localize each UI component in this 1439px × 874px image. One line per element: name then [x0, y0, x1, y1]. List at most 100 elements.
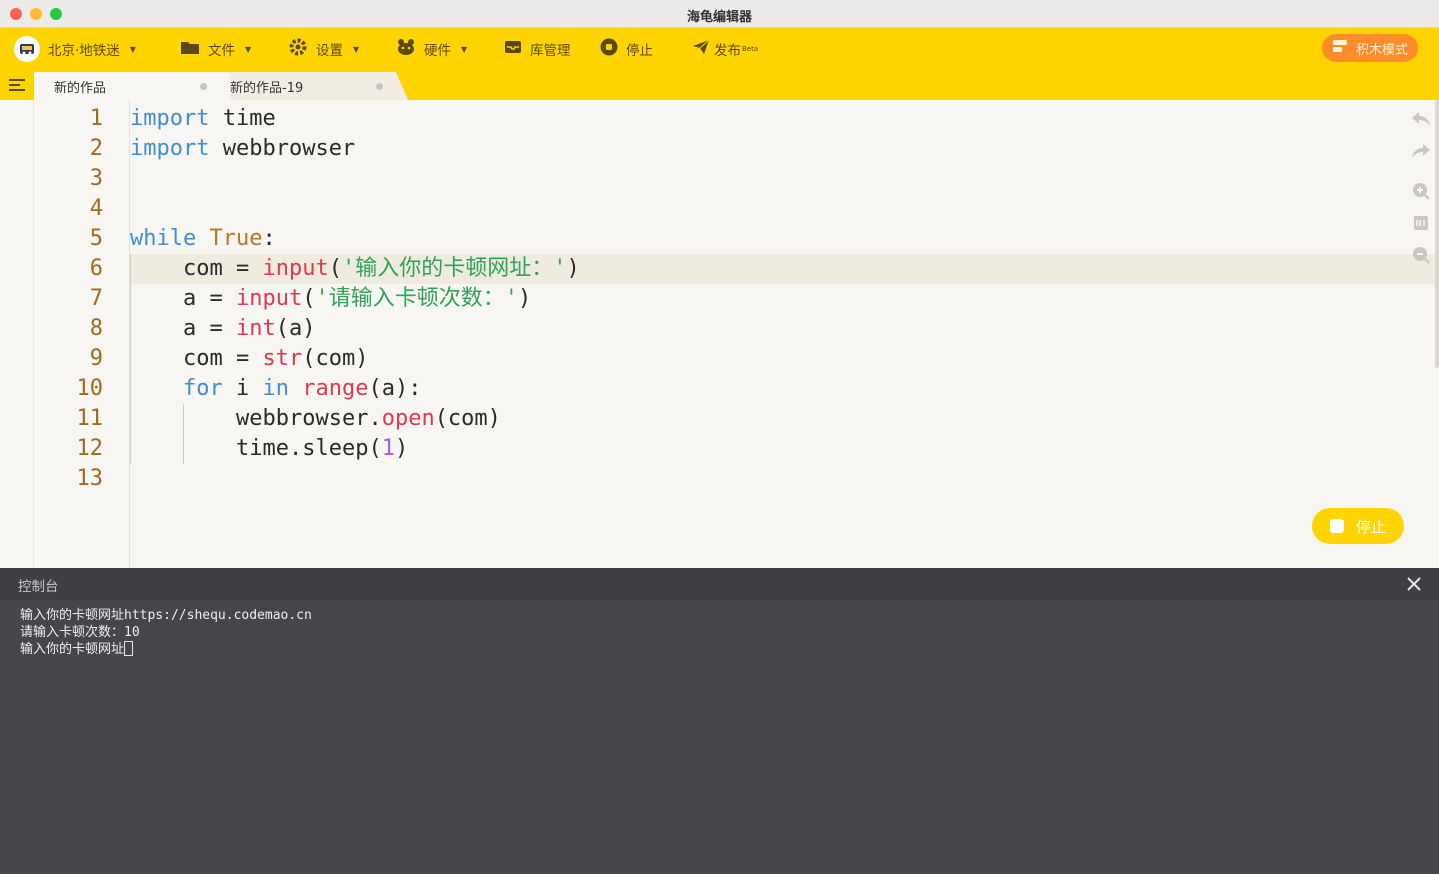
menu-list-icon[interactable]: [8, 76, 26, 94]
code-line-11[interactable]: webbrowser.open(com): [236, 404, 501, 434]
code-text: com =: [183, 346, 263, 371]
code-line-9[interactable]: com = str(com): [183, 344, 368, 374]
app-window: 海龟编辑器 北京·地铁迷 ▼ 文件 ▼ 设置 ▼ 硬件 ▼ 库管理 停止 发布 …: [0, 0, 1439, 874]
tab-new-work[interactable]: 新的作品: [34, 72, 230, 100]
font-size-icon[interactable]: [1410, 212, 1432, 234]
chevron-down-icon: ▼: [245, 44, 252, 54]
builtin: input: [262, 256, 329, 281]
string: '输入你的卡顿网址：': [341, 256, 567, 281]
line-number: 7: [89, 286, 103, 311]
code-text: (: [328, 256, 342, 281]
code-text: ): [517, 286, 532, 311]
title-bar: 海龟编辑器: [0, 0, 1439, 28]
file-menu[interactable]: 文件 ▼: [180, 39, 251, 59]
editor-scrollbar[interactable]: [1435, 100, 1439, 368]
console-line: 输入你的卡顿网址: [20, 642, 125, 657]
code-line-1[interactable]: import time: [130, 104, 276, 134]
line-number: 8: [89, 316, 103, 341]
line-number: 4: [89, 196, 103, 221]
code-text: webbrowser: [209, 136, 356, 161]
code-text: time: [209, 106, 276, 131]
line-number-gutter: 1 2 3 4 5 6 7 8 9 10 11 12 13: [34, 100, 130, 568]
keyword: import: [130, 106, 210, 131]
code-text: (com): [302, 346, 369, 371]
avatar-image-icon: [20, 44, 34, 55]
line-number: 5: [89, 226, 103, 251]
hardware-menu[interactable]: 硬件 ▼: [396, 39, 467, 59]
undo-icon[interactable]: [1410, 108, 1432, 130]
code-text: a =: [183, 286, 236, 311]
builtin: str: [262, 346, 303, 371]
code-editor[interactable]: 1 2 3 4 5 6 7 8 9 10 11 12 13 import tim…: [0, 100, 1439, 568]
redo-icon[interactable]: [1410, 140, 1432, 162]
code-text: com =: [183, 256, 263, 281]
code-text: ): [566, 256, 580, 281]
console-title: 控制台: [18, 579, 59, 595]
publish-button[interactable]: 发布 Beta: [692, 39, 758, 59]
chevron-down-icon: ▼: [353, 44, 360, 54]
constant: True: [209, 226, 263, 251]
close-icon[interactable]: [1404, 574, 1424, 594]
floating-stop-button[interactable]: 停止: [1312, 508, 1404, 544]
code-line-2[interactable]: import webbrowser: [130, 134, 355, 164]
folder-icon: [180, 39, 200, 59]
tabs-bar: 新的作品-19 新的作品: [0, 70, 1439, 100]
beta-badge: Beta: [742, 45, 759, 53]
code-line-12[interactable]: time.sleep(1): [236, 434, 408, 464]
console-line: 请输入卡顿次数：10: [20, 625, 140, 640]
gear-icon: [288, 37, 308, 61]
line-number: 1: [89, 106, 103, 131]
code-line-8[interactable]: a = int(a): [183, 314, 315, 344]
code-line-6[interactable]: com = input('输入你的卡顿网址：'): [183, 254, 580, 284]
indent-guide: [130, 254, 131, 464]
line-number: 10: [76, 376, 104, 401]
main-toolbar: 北京·地铁迷 ▼ 文件 ▼ 设置 ▼ 硬件 ▼ 库管理 停止 发布 Beta 积…: [0, 28, 1439, 70]
tab-unsaved-dot-icon[interactable]: [376, 83, 383, 90]
number: 1: [381, 436, 395, 461]
string: '请输入卡顿次数：': [315, 286, 518, 311]
user-menu[interactable]: 北京·地铁迷 ▼: [14, 34, 136, 64]
user-name: 北京·地铁迷: [48, 43, 120, 59]
stop-square-icon: [1329, 519, 1344, 533]
console-input-line[interactable]: 输入你的卡顿网址: [20, 641, 134, 658]
code-text: ): [394, 436, 409, 461]
robot-icon: [396, 38, 416, 60]
library-manager-button[interactable]: 库管理: [504, 39, 571, 59]
file-menu-label: 文件: [208, 43, 235, 59]
blocks-icon: [1332, 39, 1348, 57]
code-text: (: [302, 286, 316, 311]
code-line-5[interactable]: while True:: [130, 224, 276, 254]
window-title: 海龟编辑器: [686, 10, 752, 25]
line-number: 6: [89, 256, 103, 281]
line-number: 11: [76, 406, 104, 431]
settings-menu-label: 设置: [316, 43, 343, 59]
code-text: i: [222, 376, 263, 401]
console-output[interactable]: 输入你的卡顿网址https://shequ.codemao.cn 请输入卡顿次数…: [0, 600, 1439, 874]
settings-menu[interactable]: 设置 ▼: [288, 37, 360, 61]
tab-label: 新的作品-19: [230, 80, 304, 96]
tab-label: 新的作品: [54, 80, 107, 96]
inbox-icon: [504, 39, 522, 59]
code-text: (com): [434, 406, 501, 431]
code-text: (a): [275, 316, 316, 341]
editor-left-strip: [0, 100, 34, 568]
code-area[interactable]: import time import webbrowser while True…: [130, 100, 1435, 568]
tab-unsaved-dot-icon[interactable]: [200, 83, 207, 90]
tab-new-work-19[interactable]: 新的作品-19: [210, 72, 408, 100]
library-manager-label: 库管理: [530, 43, 571, 59]
console-line: 输入你的卡顿网址https://shequ.codemao.cn: [20, 608, 312, 623]
code-line-10[interactable]: for i in range(a):: [183, 374, 421, 404]
stop-circle-icon: [600, 38, 618, 60]
chevron-down-icon: ▼: [129, 44, 136, 54]
keyword: while: [130, 226, 197, 251]
code-line-7[interactable]: a = input('请输入卡顿次数：'): [183, 284, 531, 314]
stop-button[interactable]: 停止: [600, 38, 653, 60]
line-number: 12: [76, 436, 104, 461]
zoom-in-icon[interactable]: [1410, 180, 1432, 202]
zoom-out-icon[interactable]: [1410, 244, 1432, 266]
block-mode-button[interactable]: 积木模式: [1322, 34, 1418, 62]
keyword: import: [130, 136, 210, 161]
hardware-menu-label: 硬件: [424, 43, 451, 59]
builtin: range: [302, 376, 369, 401]
chevron-down-icon: ▼: [461, 44, 468, 54]
